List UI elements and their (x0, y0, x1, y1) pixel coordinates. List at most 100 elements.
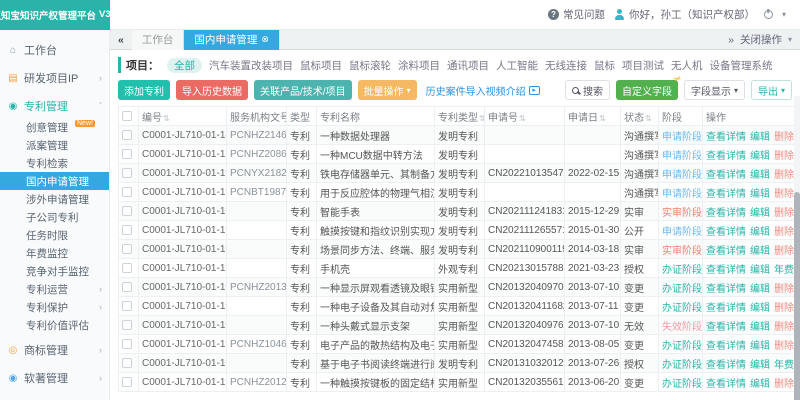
tab-close-icon[interactable]: ⊗ (261, 34, 269, 45)
row-checkbox[interactable] (122, 339, 132, 349)
sidebar-item[interactable]: 专利价值评估 (0, 316, 109, 334)
search-button[interactable]: 搜索 (565, 80, 610, 100)
sidebar-item[interactable]: 任务时限 (0, 226, 109, 244)
action-view-details[interactable]: 查看详情 (706, 189, 746, 200)
sidebar-item[interactable]: 创意管理New! (0, 118, 109, 136)
filter-pill[interactable]: 设备管理系统 (710, 58, 773, 73)
row-checkbox[interactable] (122, 187, 132, 197)
sidebar-item[interactable]: 年费监控 (0, 244, 109, 262)
batch-operations-button[interactable]: 批量操作 ▾ (358, 80, 417, 100)
action-delete[interactable]: 删除 (774, 151, 794, 162)
sidebar-item[interactable]: ◉专利管理ˇ (0, 94, 109, 118)
action-edit[interactable]: 编辑 (750, 360, 770, 371)
column-header[interactable]: 专利类型⇅ (435, 107, 485, 126)
column-header[interactable]: 服务机构文号⇅ (227, 107, 287, 126)
row-checkbox[interactable] (122, 377, 132, 387)
sort-icon[interactable]: ⇅ (599, 114, 606, 123)
sidebar-item[interactable]: ◉软著管理› (0, 366, 109, 390)
close-operations-button[interactable]: 关闭操作 (740, 32, 782, 47)
action-edit[interactable]: 编辑 (750, 132, 770, 143)
action-edit[interactable]: 编辑 (750, 341, 770, 352)
action-view-details[interactable]: 查看详情 (706, 246, 746, 257)
column-header[interactable]: 申请日⇅ (565, 107, 621, 126)
action-delete[interactable]: 删除 (774, 189, 794, 200)
filter-pill[interactable]: 全部 (167, 58, 202, 73)
sidebar-item[interactable]: ◉服务机构管理› (0, 394, 109, 400)
sidebar-item[interactable]: 国内申请管理 (0, 172, 109, 190)
logout-icon[interactable] (764, 10, 773, 19)
action-edit[interactable]: 编辑 (750, 189, 770, 200)
action-edit[interactable]: 编辑 (750, 379, 770, 390)
action-delete[interactable]: 删除 (774, 132, 794, 143)
sort-icon[interactable]: ⇅ (645, 114, 652, 123)
sidebar-item[interactable]: ◎商标管理› (0, 338, 109, 362)
row-checkbox[interactable] (122, 244, 132, 254)
filter-pill[interactable]: 鼠标滚轮 (349, 58, 391, 73)
action-view-details[interactable]: 查看详情 (706, 208, 746, 219)
sidebar-item[interactable]: ▤研发项目IP› (0, 66, 109, 90)
action-view-details[interactable]: 查看详情 (706, 360, 746, 371)
action-view-details[interactable]: 查看详情 (706, 379, 746, 390)
row-checkbox[interactable] (122, 320, 132, 330)
select-all-checkbox[interactable] (122, 111, 132, 121)
export-button[interactable]: 导出 ▾ (751, 80, 792, 100)
action-delete[interactable]: 删除 (774, 303, 794, 314)
row-checkbox[interactable] (122, 225, 132, 235)
filter-pill[interactable]: 无人机 (671, 58, 703, 73)
filter-pill[interactable]: 汽车装置改装项目 (209, 58, 293, 73)
add-patent-button[interactable]: 添加专利 (118, 80, 170, 100)
scrollbar-thumb[interactable] (794, 192, 800, 400)
sidebar-item[interactable]: 专利检索 (0, 154, 109, 172)
field-display-button[interactable]: 字段显示 ▾ (684, 80, 745, 100)
action-edit[interactable]: 编辑 (750, 170, 770, 181)
action-annuity-monitor[interactable]: 年费监控 (774, 265, 795, 276)
row-checkbox[interactable] (122, 130, 132, 140)
row-checkbox[interactable] (122, 206, 132, 216)
action-edit[interactable]: 编辑 (750, 322, 770, 333)
sidebar-item[interactable]: 专利运营› (0, 280, 109, 298)
sort-icon[interactable]: ⇅ (479, 114, 485, 123)
action-edit[interactable]: 编辑 (750, 227, 770, 238)
faq-link[interactable]: 常见问题 (548, 7, 605, 22)
sidebar-item[interactable]: ⌂工作台 (0, 38, 109, 62)
tabs-expand-icon[interactable]: » (728, 34, 734, 46)
action-delete[interactable]: 删除 (774, 170, 794, 181)
action-delete[interactable]: 删除 (774, 379, 794, 390)
action-view-details[interactable]: 查看详情 (706, 132, 746, 143)
chevron-down-icon[interactable]: ▾ (782, 10, 786, 19)
filter-pill[interactable]: 鼠标 (594, 58, 615, 73)
row-checkbox[interactable] (122, 282, 132, 292)
action-view-details[interactable]: 查看详情 (706, 322, 746, 333)
action-delete[interactable]: 删除 (774, 322, 794, 333)
tab-inactive[interactable]: 工作台 (132, 30, 185, 50)
sort-icon[interactable]: ⇅ (519, 114, 526, 123)
filter-pill[interactable]: 涂料项目 (398, 58, 440, 73)
sort-icon[interactable]: ⇅ (163, 114, 170, 123)
sidebar-item[interactable]: 竞争对手监控 (0, 262, 109, 280)
action-delete[interactable]: 删除 (774, 284, 794, 295)
action-edit[interactable]: 编辑 (750, 246, 770, 257)
filter-pill[interactable]: 通讯项目 (447, 58, 489, 73)
filter-pill[interactable]: 人工智能 (496, 58, 538, 73)
sidebar-item[interactable]: 专利保护› (0, 298, 109, 316)
action-view-details[interactable]: 查看详情 (706, 151, 746, 162)
filter-pill[interactable]: 无线连接 (545, 58, 587, 73)
tabs-collapse-icon[interactable]: « (110, 34, 132, 46)
import-history-button[interactable]: 导入历史数据 (176, 80, 248, 100)
sidebar-item[interactable]: 子公司专利 (0, 208, 109, 226)
action-delete[interactable]: 删除 (774, 246, 794, 257)
column-header[interactable]: 申请号⇅ (485, 107, 565, 126)
sidebar-item[interactable]: 派案管理 (0, 136, 109, 154)
action-view-details[interactable]: 查看详情 (706, 341, 746, 352)
row-checkbox[interactable] (122, 301, 132, 311)
sidebar-item[interactable]: 涉外申请管理 (0, 190, 109, 208)
action-view-details[interactable]: 查看详情 (706, 227, 746, 238)
action-edit[interactable]: 编辑 (750, 265, 770, 276)
action-view-details[interactable]: 查看详情 (706, 303, 746, 314)
custom-fields-button[interactable]: 自定义字段 ✂ (616, 80, 678, 100)
tab-active[interactable]: 国内申请管理⊗ (184, 30, 280, 50)
row-checkbox[interactable] (122, 168, 132, 178)
row-checkbox[interactable] (122, 358, 132, 368)
column-header[interactable]: 编号⇅ (139, 107, 227, 126)
row-checkbox[interactable] (122, 149, 132, 159)
